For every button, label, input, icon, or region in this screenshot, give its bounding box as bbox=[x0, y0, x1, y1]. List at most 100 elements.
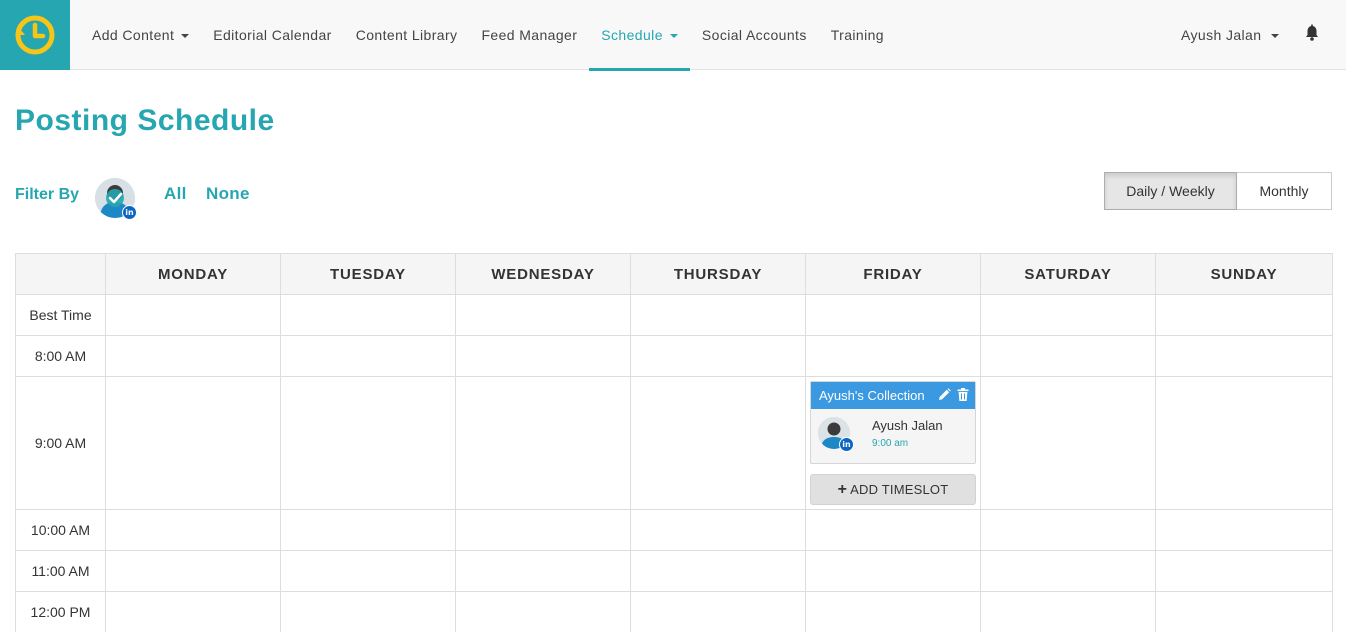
view-toggle: Daily / Weekly Monthly bbox=[1104, 172, 1332, 210]
schedule-cell[interactable] bbox=[1155, 294, 1333, 336]
schedule-cell[interactable] bbox=[455, 294, 631, 336]
table-row: 8:00 AM bbox=[15, 335, 1333, 377]
schedule-cell[interactable] bbox=[1155, 591, 1333, 632]
post-account-name: Ayush Jalan bbox=[872, 418, 943, 433]
schedule-cell[interactable] bbox=[105, 335, 281, 377]
nav-schedule[interactable]: Schedule bbox=[589, 0, 690, 71]
monthly-button[interactable]: Monthly bbox=[1237, 172, 1332, 210]
post-card-body: in Ayush Jalan 9:00 am bbox=[811, 409, 975, 463]
schedule-cell[interactable] bbox=[280, 376, 456, 510]
schedule-cell[interactable] bbox=[805, 550, 981, 592]
add-timeslot-button[interactable]: + ADD TIMESLOT bbox=[810, 474, 976, 505]
schedule-cell[interactable] bbox=[980, 509, 1156, 551]
post-time: 9:00 am bbox=[872, 438, 909, 449]
schedule-cell[interactable] bbox=[630, 509, 806, 551]
filter-all-link[interactable]: All bbox=[164, 184, 187, 204]
nav-schedule-label: Schedule bbox=[601, 27, 663, 43]
day-header-friday: FRIDAY bbox=[805, 253, 981, 295]
schedule-cell[interactable] bbox=[980, 335, 1156, 377]
schedule-cell[interactable] bbox=[630, 335, 806, 377]
bell-icon[interactable] bbox=[1303, 24, 1321, 42]
table-row: Best Time bbox=[15, 294, 1333, 336]
schedule-cell[interactable] bbox=[980, 591, 1156, 632]
schedule-cell[interactable] bbox=[455, 550, 631, 592]
schedule-cell[interactable] bbox=[105, 591, 281, 632]
nav-social-accounts[interactable]: Social Accounts bbox=[690, 0, 819, 70]
nav-editorial-calendar[interactable]: Editorial Calendar bbox=[201, 0, 343, 70]
schedule-cell-friday-9am: Ayush's Collection in Ayush Jalan 9:00 a… bbox=[805, 376, 981, 510]
schedule-cell[interactable] bbox=[280, 335, 456, 377]
day-header-sunday: SUNDAY bbox=[1155, 253, 1333, 295]
nav-training-label: Training bbox=[830, 27, 884, 43]
table-row: 12:00 PM bbox=[15, 591, 1333, 632]
nav-feed-manager-label: Feed Manager bbox=[481, 27, 578, 43]
nav-content-library-label: Content Library bbox=[355, 27, 458, 43]
row-label: 9:00 AM bbox=[15, 376, 106, 510]
collection-name: Ayush's Collection bbox=[819, 388, 925, 403]
schedule-cell[interactable] bbox=[980, 294, 1156, 336]
schedule-grid: MONDAY TUESDAY WEDNESDAY THURSDAY FRIDAY… bbox=[15, 253, 1333, 632]
schedule-cell[interactable] bbox=[455, 509, 631, 551]
day-header-monday: MONDAY bbox=[105, 253, 281, 295]
main-nav: Add Content Editorial Calendar Content L… bbox=[80, 0, 896, 71]
trash-icon[interactable] bbox=[957, 388, 969, 401]
day-header-saturday: SATURDAY bbox=[980, 253, 1156, 295]
clock-logo-icon bbox=[15, 15, 55, 55]
schedule-cell[interactable] bbox=[1155, 376, 1333, 510]
user-menu[interactable]: Ayush Jalan bbox=[1181, 0, 1280, 70]
schedule-cell[interactable] bbox=[805, 509, 981, 551]
linkedin-icon: in bbox=[122, 205, 137, 220]
schedule-cell[interactable] bbox=[805, 591, 981, 632]
schedule-cell[interactable] bbox=[805, 335, 981, 377]
schedule-cell[interactable] bbox=[280, 591, 456, 632]
chevron-down-icon bbox=[669, 34, 678, 38]
nav-training[interactable]: Training bbox=[819, 0, 896, 70]
filter-label: Filter By bbox=[15, 186, 80, 203]
chevron-down-icon bbox=[181, 34, 190, 38]
row-label: 12:00 PM bbox=[15, 591, 106, 632]
schedule-cell[interactable] bbox=[1155, 509, 1333, 551]
top-navbar: Add Content Editorial Calendar Content L… bbox=[0, 0, 1346, 71]
nav-add-content[interactable]: Add Content bbox=[80, 0, 201, 70]
row-label: 11:00 AM bbox=[15, 550, 106, 592]
schedule-cell[interactable] bbox=[280, 550, 456, 592]
schedule-cell[interactable] bbox=[105, 550, 281, 592]
schedule-cell[interactable] bbox=[105, 294, 281, 336]
nav-feed-manager[interactable]: Feed Manager bbox=[469, 0, 589, 70]
schedule-cell[interactable] bbox=[1155, 550, 1333, 592]
schedule-cell[interactable] bbox=[630, 294, 806, 336]
schedule-cell[interactable] bbox=[630, 550, 806, 592]
nav-content-library[interactable]: Content Library bbox=[344, 0, 470, 70]
schedule-cell[interactable] bbox=[1155, 335, 1333, 377]
linkedin-icon: in bbox=[839, 437, 854, 452]
table-row: 9:00 AM Ayush's Collection in Ayush Jala… bbox=[15, 376, 1333, 510]
post-card-header: Ayush's Collection bbox=[811, 382, 975, 409]
plus-icon: + bbox=[837, 480, 848, 498]
schedule-cell[interactable] bbox=[455, 591, 631, 632]
schedule-cell[interactable] bbox=[455, 376, 631, 510]
schedule-cell[interactable] bbox=[805, 294, 981, 336]
schedule-cell[interactable] bbox=[630, 376, 806, 510]
day-header-row: MONDAY TUESDAY WEDNESDAY THURSDAY FRIDAY… bbox=[15, 253, 1333, 295]
schedule-cell[interactable] bbox=[280, 294, 456, 336]
daily-weekly-button[interactable]: Daily / Weekly bbox=[1104, 172, 1237, 210]
schedule-cell[interactable] bbox=[105, 509, 281, 551]
row-label: 8:00 AM bbox=[15, 335, 106, 377]
scheduled-post-card[interactable]: Ayush's Collection in Ayush Jalan 9:00 a… bbox=[810, 381, 976, 464]
table-row: 11:00 AM bbox=[15, 550, 1333, 592]
corner-cell bbox=[15, 253, 106, 295]
pencil-icon[interactable] bbox=[938, 388, 951, 401]
nav-add-content-label: Add Content bbox=[92, 27, 175, 43]
schedule-cell[interactable] bbox=[980, 376, 1156, 510]
day-header-thursday: THURSDAY bbox=[630, 253, 806, 295]
schedule-cell[interactable] bbox=[280, 509, 456, 551]
post-card-actions bbox=[938, 388, 969, 401]
schedule-cell[interactable] bbox=[105, 376, 281, 510]
filter-none-link[interactable]: None bbox=[206, 184, 250, 204]
nav-social-accounts-label: Social Accounts bbox=[701, 27, 807, 43]
table-row: 10:00 AM bbox=[15, 509, 1333, 551]
schedule-cell[interactable] bbox=[455, 335, 631, 377]
schedule-cell[interactable] bbox=[630, 591, 806, 632]
schedule-cell[interactable] bbox=[980, 550, 1156, 592]
app-logo[interactable] bbox=[0, 0, 70, 70]
